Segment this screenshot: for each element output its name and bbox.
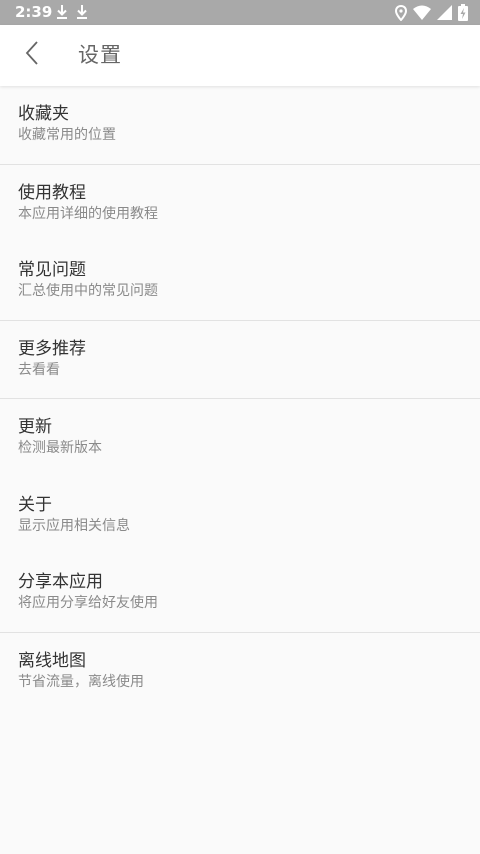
system-icons <box>395 4 468 21</box>
setting-title: 更新 <box>18 417 52 437</box>
back-button[interactable] <box>10 33 54 77</box>
setting-item-share-app[interactable]: 分享本应用 将应用分享给好友使用 <box>0 554 480 632</box>
status-time: 2:39 <box>15 3 53 21</box>
setting-subtitle: 去看看 <box>18 361 60 378</box>
setting-item-offline-map[interactable]: 离线地图 节省流量，离线使用 <box>0 633 480 711</box>
setting-title: 使用教程 <box>18 182 86 203</box>
setting-title: 收藏夹 <box>18 104 69 124</box>
setting-subtitle: 收藏常用的位置 <box>18 127 116 143</box>
back-arrow-icon <box>25 41 39 69</box>
setting-item-tutorial[interactable]: 使用教程 本应用详细的使用教程 <box>0 165 480 243</box>
setting-item-faq[interactable]: 常见问题 汇总使用中的常见问题 <box>0 242 480 320</box>
notification-icons <box>56 4 88 21</box>
location-icon <box>395 4 407 21</box>
settings-list: 收藏夹 收藏常用的位置 使用教程 本应用详细的使用教程 常见问题 汇总使用中的常… <box>0 86 480 710</box>
battery-charging-icon <box>458 4 468 21</box>
setting-item-about[interactable]: 关于 显示应用相关信息 <box>0 477 480 555</box>
setting-subtitle: 检测最新版本 <box>18 440 102 456</box>
signal-icon <box>437 5 452 20</box>
setting-subtitle: 将应用分享给好友使用 <box>18 595 158 611</box>
download-icon <box>76 4 88 21</box>
setting-title: 常见问题 <box>18 260 86 280</box>
setting-item-more-recommendations[interactable]: 更多推荐 去看看 <box>0 321 480 399</box>
setting-subtitle: 节省流量，离线使用 <box>18 673 144 690</box>
setting-title: 关于 <box>18 494 52 515</box>
app-bar: 设置 <box>0 25 480 86</box>
setting-title: 离线地图 <box>18 650 86 671</box>
setting-item-favorites[interactable]: 收藏夹 收藏常用的位置 <box>0 86 480 164</box>
setting-subtitle: 本应用详细的使用教程 <box>18 205 158 222</box>
download-icon <box>56 4 68 21</box>
status-bar: 2:39 <box>0 0 480 25</box>
page-title: 设置 <box>78 43 122 67</box>
setting-item-update[interactable]: 更新 检测最新版本 <box>0 399 480 477</box>
setting-title: 分享本应用 <box>18 572 103 592</box>
setting-subtitle: 汇总使用中的常见问题 <box>18 283 158 299</box>
setting-title: 更多推荐 <box>18 338 86 359</box>
wifi-icon <box>413 5 431 20</box>
setting-subtitle: 显示应用相关信息 <box>18 517 130 534</box>
